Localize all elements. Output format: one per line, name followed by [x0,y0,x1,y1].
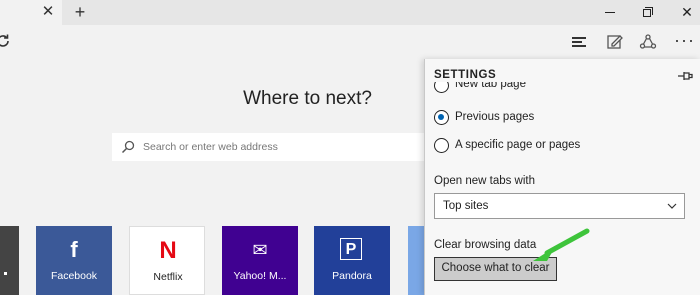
facebook-icon: f [70,237,78,262]
clear-data-label: Clear browsing data [434,239,537,251]
close-window-button[interactable]: ✕ [676,3,698,21]
minimize-button[interactable] [599,3,621,21]
new-tab-button[interactable]: + [70,3,90,23]
more-icon[interactable]: ··· [674,31,694,51]
top-site-tile-facebook[interactable]: f Facebook [36,226,112,295]
select-value: Top sites [443,200,489,212]
close-tab-icon[interactable]: ✕ [40,4,56,20]
browser-tab[interactable]: ✕ [0,0,62,25]
restore-button[interactable] [637,3,659,21]
new-tabs-select[interactable]: Top sites [434,193,685,219]
settings-panel: SETTINGS New tab page Previous pages A s… [424,59,700,295]
new-tabs-label: Open new tabs with [434,175,536,187]
pin-icon[interactable] [677,69,693,83]
hub-icon[interactable] [570,33,588,51]
tile-label: Pandora [332,270,372,282]
page-heading: Where to next? [243,88,372,109]
share-icon[interactable] [639,33,657,51]
mail-icon: ✉ [252,240,268,260]
top-site-tile-netflix[interactable]: N Netflix [129,226,205,295]
search-placeholder: Search or enter web address [143,141,278,153]
radio-specific-pages[interactable] [434,138,449,153]
toolbar [0,25,700,59]
tab-strip: ✕ + ✕ [0,0,700,25]
tile-label: Netflix [153,271,183,283]
address-search-input[interactable]: Search or enter web address [112,133,430,161]
tile-label: Yahoo! M... [233,270,287,282]
netflix-icon: N [159,237,177,264]
annotation-arrow-icon [533,228,590,261]
top-site-tile-pandora[interactable]: P Pandora [314,226,390,295]
radio-label: A specific page or pages [455,139,581,151]
web-note-icon[interactable] [606,33,624,51]
tile-label: Facebook [50,270,98,282]
top-site-tile-yahoo-mail[interactable]: ✉ Yahoo! M... [222,226,298,295]
option-new-tab-page[interactable]: New tab page [425,82,700,96]
radio-new-tab-page[interactable] [434,82,449,93]
radio-label: Previous pages [455,111,535,123]
pandora-icon: P [340,238,362,260]
chevron-down-icon [667,203,677,209]
search-icon [121,140,135,154]
settings-title: SETTINGS [434,69,497,81]
refresh-icon[interactable] [0,32,12,50]
radio-label: New tab page [455,82,526,90]
radio-previous-pages[interactable] [434,110,449,125]
top-site-tile[interactable] [0,226,19,295]
